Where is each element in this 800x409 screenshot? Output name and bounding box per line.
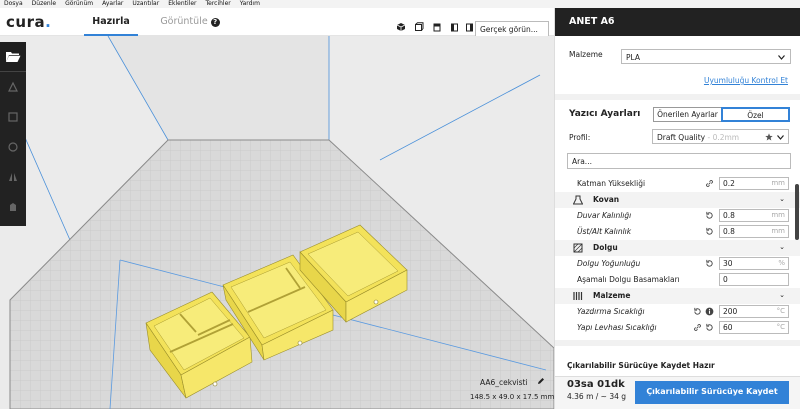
move-tool-button[interactable] <box>0 72 26 102</box>
reset-icon[interactable] <box>693 307 702 316</box>
link-icon <box>706 180 713 187</box>
setting-row-wall-thickness: Duvar Kalınlığı 0.8 mm <box>555 208 800 224</box>
mirror-icon <box>9 173 17 181</box>
chevron-down-icon <box>777 135 784 140</box>
setting-row-print-temperature: Yazdırma Sıcaklığı 200 °C <box>555 304 800 320</box>
material-icon <box>573 292 583 300</box>
menu-bar: Dosya Düzenle Görünüm Ayarlar Uzantılar … <box>0 0 800 8</box>
profile-select[interactable]: Draft Quality - 0.2mm <box>652 129 789 144</box>
profile-label: Profil: <box>569 133 591 142</box>
chevron-down-icon: ⌄ <box>779 195 785 203</box>
menu-view[interactable]: Görünüm <box>65 0 93 8</box>
edit-icon[interactable] <box>537 377 545 385</box>
layer-height-input[interactable]: 0.2 mm <box>719 177 789 190</box>
menu-edit[interactable]: Düzenle <box>32 0 56 8</box>
object-dimensions: 148.5 x 49.0 x 17.5 mm <box>470 393 555 401</box>
settings-search-input[interactable]: Ara... <box>567 153 791 169</box>
move-icon <box>8 81 18 92</box>
print-settings-title: Yazıcı Ayarları <box>569 109 641 119</box>
category-shell[interactable]: Kovan ⌄ <box>555 192 800 208</box>
chevron-down-icon: ⌄ <box>779 291 785 299</box>
tab-preview[interactable]: Görüntüle? <box>160 16 220 36</box>
material-label: Malzeme <box>569 50 603 59</box>
per-model-settings-button[interactable] <box>0 192 26 222</box>
reset-icon[interactable] <box>705 211 714 220</box>
shell-icon <box>573 195 583 205</box>
view-right-icon[interactable] <box>464 22 474 32</box>
build-volume-scene <box>0 36 554 409</box>
setting-row-bed-temperature: Yapı Levhası Sıcaklığı 60 °C <box>555 320 800 336</box>
settings-sidebar: ANET A6 Malzeme PLA Uyumluluğu Kontrol E… <box>554 8 800 409</box>
view-3d-icon[interactable] <box>396 22 406 32</box>
cura-logo: cura. <box>6 13 52 31</box>
recommended-mode-button[interactable]: Önerilen Ayarlar <box>653 107 722 122</box>
view-top-icon[interactable] <box>432 22 442 32</box>
material-select[interactable]: PLA <box>621 49 791 64</box>
print-temperature-input[interactable]: 200 °C <box>719 305 789 318</box>
per-model-settings-icon <box>10 203 16 211</box>
menu-settings[interactable]: Ayarlar <box>102 0 123 8</box>
printer-selector[interactable]: ANET A6 <box>555 8 800 36</box>
save-status-title: Çıkarılabilir Sürücüye Kaydet Hazır <box>567 361 715 370</box>
setting-row-infill-density: Dolgu Yoğunluğu 30% <box>555 256 800 272</box>
menu-extensions[interactable]: Uzantılar <box>132 0 159 8</box>
reset-icon[interactable] <box>705 323 714 332</box>
settings-scrollbar[interactable] <box>795 184 799 240</box>
menu-preferences[interactable]: Tercihler <box>205 0 230 8</box>
rotate-icon <box>8 142 18 152</box>
print-material-usage: 4.36 m / ~ 34 g <box>567 392 627 401</box>
reset-icon[interactable] <box>705 227 714 236</box>
info-icon[interactable] <box>705 307 714 316</box>
setting-row-layer-height: Katman Yüksekliği 0.2 mm <box>555 176 800 192</box>
chevron-down-icon <box>778 55 785 60</box>
reset-icon[interactable] <box>705 259 714 268</box>
object-name: AA6_cekvisti <box>480 378 528 387</box>
scale-tool-button[interactable] <box>0 102 26 132</box>
custom-mode-button[interactable]: Özel <box>721 107 790 122</box>
menu-help[interactable]: Yardım <box>240 0 260 8</box>
divider <box>555 94 800 100</box>
star-icon[interactable] <box>765 133 773 141</box>
scale-icon <box>8 112 18 122</box>
left-toolbar <box>0 42 26 226</box>
category-infill[interactable]: Dolgu ⌄ <box>555 240 800 256</box>
divider <box>555 340 800 346</box>
chevron-down-icon: ⌄ <box>779 243 785 251</box>
mirror-tool-button[interactable] <box>0 162 26 192</box>
build-plate-viewport[interactable] <box>0 36 554 409</box>
top-bottom-thickness-input[interactable]: 0.8 mm <box>719 225 789 238</box>
menu-file[interactable]: Dosya <box>4 0 23 8</box>
view-front-icon[interactable] <box>414 22 424 32</box>
save-to-removable-drive-button[interactable]: Çıkarılabilir Sürücüye Kaydet <box>635 381 789 404</box>
check-compatibility-link[interactable]: Uyumluluğu Kontrol Et <box>704 76 788 85</box>
top-header: cura. Hazırla Görüntüle? Gerçek görün... <box>0 8 554 38</box>
infill-icon <box>573 243 583 253</box>
setting-row-gradual-infill: Aşamalı Dolgu Basamakları 0 <box>555 272 800 288</box>
infill-density-input[interactable]: 30% <box>719 257 789 270</box>
link-icon <box>694 324 701 331</box>
gradual-infill-input[interactable]: 0 <box>719 273 789 286</box>
menu-plugins[interactable]: Eklentiler <box>168 0 196 8</box>
tab-prepare[interactable]: Hazırla <box>84 16 138 36</box>
settings-list: Katman Yüksekliği 0.2 mm Kovan ⌄ Duvar Ka… <box>555 176 800 344</box>
help-icon[interactable]: ? <box>210 18 220 27</box>
rotate-tool-button[interactable] <box>0 132 26 162</box>
folder-icon <box>6 52 21 62</box>
print-time: 03sa 01dk <box>567 379 625 390</box>
wall-thickness-input[interactable]: 0.8 mm <box>719 209 789 222</box>
view-left-icon[interactable] <box>450 22 460 32</box>
open-file-button[interactable] <box>0 42 26 72</box>
setting-row-top-bottom-thickness: Üst/Alt Kalınlık 0.8 mm <box>555 224 800 240</box>
category-material[interactable]: Malzeme ⌄ <box>555 288 800 304</box>
bed-temperature-input[interactable]: 60 °C <box>719 321 789 334</box>
